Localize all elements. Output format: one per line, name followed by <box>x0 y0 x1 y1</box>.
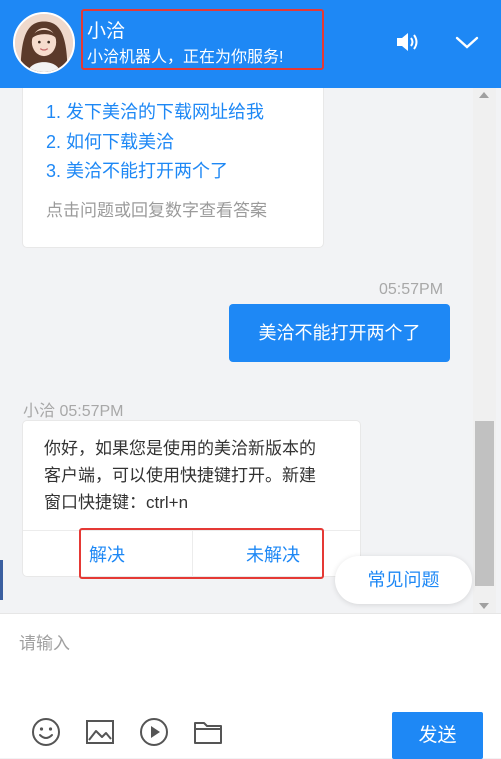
user-message-bubble: 美洽不能打开两个了 <box>229 304 450 362</box>
scrollbar[interactable] <box>473 88 496 613</box>
faq-item-1[interactable]: 1. 发下美洽的下载网址给我 <box>46 98 264 124</box>
page-edge <box>0 560 3 600</box>
bot-message-meta: 小洽 05:57PM <box>23 403 124 420</box>
agent-name: 小洽 <box>87 21 126 42</box>
scroll-down-arrow-icon[interactable] <box>479 603 489 609</box>
bot-reply-text: 你好，如果您是使用的美洽新版本的客户端，可以使用快捷键打开。新建窗口快捷键：ct… <box>44 439 316 512</box>
faq-button[interactable]: 常见问题 <box>335 556 472 604</box>
message-timestamp: 05:57PM <box>379 281 444 298</box>
agent-status: 小洽机器人，正在为你服务! <box>87 49 284 66</box>
avatar-image <box>15 14 73 72</box>
feedback-highlight <box>79 528 324 579</box>
scroll-up-arrow-icon[interactable] <box>479 92 489 98</box>
send-button[interactable]: 发送 <box>392 712 483 759</box>
image-icon[interactable] <box>84 716 116 748</box>
scroll-thumb[interactable] <box>475 421 494 586</box>
chevron-down-icon[interactable] <box>453 30 481 54</box>
volume-icon[interactable] <box>394 30 422 54</box>
chat-header: 小洽 小洽机器人，正在为你服务! <box>0 0 501 88</box>
faq-hint: 点击问题或回复数字查看答案 <box>46 201 267 220</box>
avatar <box>13 12 75 74</box>
folder-icon[interactable] <box>192 716 224 748</box>
message-input[interactable]: 请输入 <box>19 629 70 654</box>
video-icon[interactable] <box>138 716 170 748</box>
faq-item-3[interactable]: 3. 美洽不能打开两个了 <box>46 157 228 183</box>
faq-card: 1. 发下美洽的下载网址给我 2. 如何下载美洽 3. 美洽不能打开两个了 点击… <box>22 88 324 248</box>
emoji-icon[interactable] <box>30 716 62 748</box>
composer: 请输入 发送 <box>0 613 501 759</box>
faq-item-2[interactable]: 2. 如何下载美洽 <box>46 128 174 154</box>
